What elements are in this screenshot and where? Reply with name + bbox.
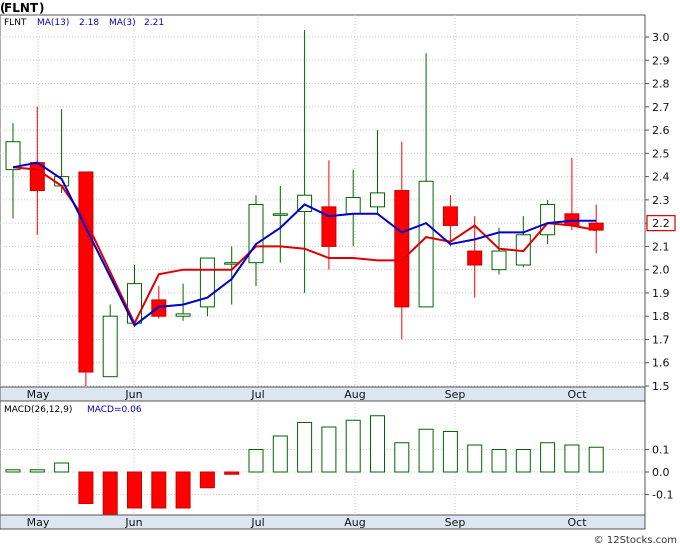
macd-bar-positive xyxy=(5,469,21,473)
price-xtick-label: May xyxy=(27,388,50,401)
last-price-label: 2.2 xyxy=(652,217,670,230)
candle-body xyxy=(175,313,191,317)
stock-chart: 1.5 1.6 1.7 1.8 1.9 2.0 2.1 2.2 2.3 2.4 2.5 2.6 2.7 2… xyxy=(0,1,677,546)
macd-bar-positive xyxy=(515,449,531,473)
macd-bar-positive xyxy=(564,444,580,473)
price-xtick-label: Aug xyxy=(344,388,365,401)
macd-bar-positive xyxy=(248,449,264,473)
price-xtick-label: Sep xyxy=(445,388,466,401)
legend-ma3-value: 2.21 xyxy=(144,18,164,28)
watermark: © 12Stocks.com xyxy=(594,535,677,546)
macd-bar-positive xyxy=(394,442,410,473)
macd-xtick-label: May xyxy=(27,516,50,529)
price-ytick-label: 2.3 xyxy=(652,194,670,207)
macd-bar-negative xyxy=(102,471,118,516)
macd-xtick-label: Sep xyxy=(445,516,466,529)
price-ytick-label: 1.6 xyxy=(652,357,670,370)
price-ytick-label: 1.7 xyxy=(652,333,670,346)
macd-xtick-label: Jun xyxy=(124,516,142,529)
macd-bar-positive xyxy=(370,415,385,473)
macd-ytick-label: 0.0 xyxy=(652,466,670,479)
macd-ytick-label: -0.1 xyxy=(652,489,673,502)
macd-bar-negative xyxy=(78,471,94,504)
price-xtick-label: Jul xyxy=(250,388,264,401)
candle-body xyxy=(467,250,483,266)
candle-body xyxy=(370,192,385,208)
macd-bar-negative xyxy=(151,471,167,509)
macd-bar-positive xyxy=(272,435,288,473)
macd-bar-negative xyxy=(199,471,215,489)
price-ytick-label: 2.8 xyxy=(652,78,670,91)
candle-body xyxy=(418,180,434,308)
candle-down xyxy=(78,171,94,386)
legend-ma3-label: MA(3) xyxy=(109,18,136,28)
price-y-axis: 1.5 1.6 1.7 1.8 1.9 2.0 2.1 2.2 2.3 2.4 2.5 2.6 2.7 2… xyxy=(645,31,670,393)
macd-bar-positive xyxy=(54,462,70,473)
candle-body xyxy=(272,213,288,216)
macd-value-label: MACD=0.06 xyxy=(87,405,142,415)
price-ytick-label: 2.0 xyxy=(652,264,670,277)
macd-xtick-label: Oct xyxy=(567,516,587,529)
macd-y-axis: 0.1 0.0 -0.1 xyxy=(645,444,673,502)
candle-body xyxy=(491,250,507,271)
macd-bar-positive xyxy=(491,449,507,473)
macd-bar-positive xyxy=(29,469,45,473)
candle-body xyxy=(564,213,580,226)
last-price-badge: 2.2 xyxy=(646,215,676,232)
price-ytick-label: 2.5 xyxy=(652,147,670,160)
macd-bar-positive xyxy=(588,446,604,473)
candle-body xyxy=(394,190,410,308)
candle-body xyxy=(248,204,264,264)
chart-title: FLNT xyxy=(4,1,39,15)
macd-month-band xyxy=(0,514,646,530)
price-ytick-label: 1.8 xyxy=(652,310,670,323)
price-ytick-label: 1.9 xyxy=(652,287,670,300)
price-ytick-label: 2.9 xyxy=(652,54,670,67)
price-ytick-label: 2.6 xyxy=(652,124,670,137)
macd-bar-positive xyxy=(540,442,556,473)
price-month-band xyxy=(0,386,646,402)
legend-ma13-label: MA(13) xyxy=(37,18,69,28)
macd-xtick-label: Jul xyxy=(250,516,264,529)
title-paren-open: ( xyxy=(0,1,5,15)
price-panel xyxy=(0,14,646,388)
legend-ma13-value: 2.18 xyxy=(79,18,99,28)
macd-bar-positive xyxy=(418,428,434,473)
macd-title: MACD(26,12,9) xyxy=(4,405,72,415)
macd-xtick-label: Aug xyxy=(344,516,365,529)
price-ytick-label: 1.5 xyxy=(652,380,670,393)
price-ytick-label: 3.0 xyxy=(652,31,670,44)
price-ytick-label: 2.4 xyxy=(652,171,670,184)
macd-ytick-label: 0.1 xyxy=(652,444,670,457)
candle-body xyxy=(78,171,94,373)
legend-ticker: FLNT xyxy=(4,18,27,28)
macd-bar-positive xyxy=(345,419,361,473)
price-ytick-label: 2.1 xyxy=(652,240,670,253)
macd-bar-positive xyxy=(297,422,313,473)
macd-bar-positive xyxy=(321,426,337,473)
candle-body xyxy=(442,206,458,226)
macd-bar-negative xyxy=(175,471,191,509)
title-paren-close: ) xyxy=(39,1,44,15)
price-ytick-label: 2.7 xyxy=(652,101,670,114)
candle-body xyxy=(102,315,118,378)
macd-bar-positive xyxy=(442,431,458,473)
price-xtick-label: Oct xyxy=(567,388,587,401)
macd-bar-positive xyxy=(467,444,483,473)
macd-bar-negative xyxy=(127,471,142,509)
candle-body xyxy=(345,197,361,215)
macd-bar-negative xyxy=(224,471,240,475)
price-xtick-label: Jun xyxy=(124,388,142,401)
